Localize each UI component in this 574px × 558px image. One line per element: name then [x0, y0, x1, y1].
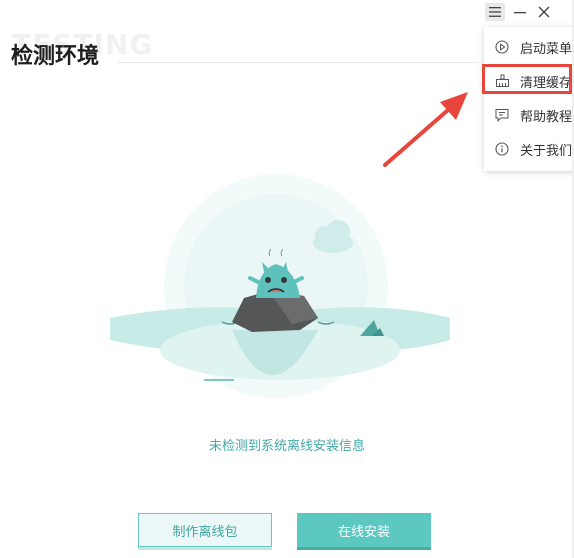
annotation-arrow — [383, 92, 468, 167]
app-window: TESTING 检测环境 未检测到系统离线安装信息 制作离线包 在线安装 启动菜… — [0, 0, 574, 558]
